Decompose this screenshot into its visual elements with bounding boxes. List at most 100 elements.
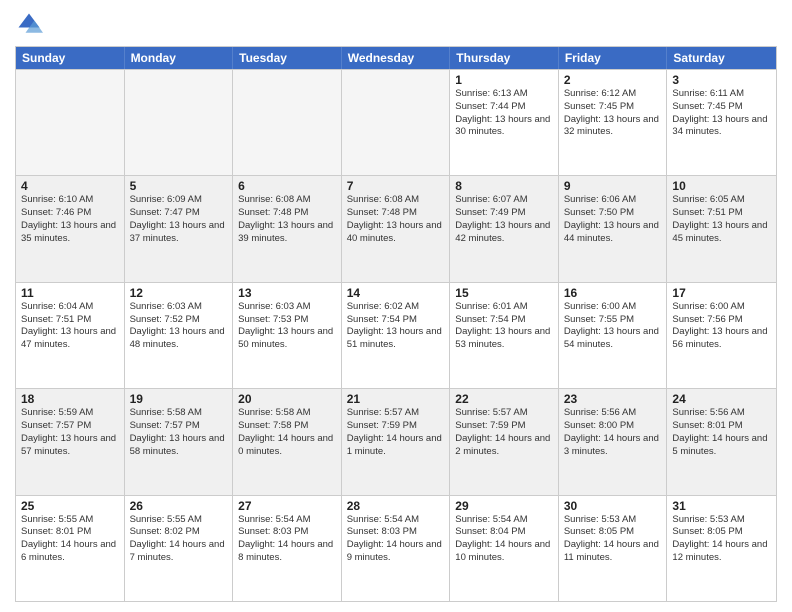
cal-row-3: 11Sunrise: 6:04 AM Sunset: 7:51 PM Dayli… bbox=[16, 282, 776, 388]
day-number: 19 bbox=[130, 392, 228, 406]
day-info: Sunrise: 5:56 AM Sunset: 8:01 PM Dayligh… bbox=[672, 407, 771, 458]
day-info: Sunrise: 5:53 AM Sunset: 8:05 PM Dayligh… bbox=[564, 514, 662, 565]
day-info: Sunrise: 5:58 AM Sunset: 7:57 PM Dayligh… bbox=[130, 407, 228, 458]
day-number: 1 bbox=[455, 73, 553, 87]
day-number: 10 bbox=[672, 179, 771, 193]
day-number: 28 bbox=[347, 499, 445, 513]
cal-cell: 30Sunrise: 5:53 AM Sunset: 8:05 PM Dayli… bbox=[559, 496, 668, 601]
cal-cell: 17Sunrise: 6:00 AM Sunset: 7:56 PM Dayli… bbox=[667, 283, 776, 388]
day-number: 20 bbox=[238, 392, 336, 406]
day-info: Sunrise: 6:13 AM Sunset: 7:44 PM Dayligh… bbox=[455, 88, 553, 139]
logo-icon bbox=[15, 10, 43, 38]
cal-cell: 28Sunrise: 5:54 AM Sunset: 8:03 PM Dayli… bbox=[342, 496, 451, 601]
day-info: Sunrise: 6:07 AM Sunset: 7:49 PM Dayligh… bbox=[455, 194, 553, 245]
day-number: 12 bbox=[130, 286, 228, 300]
day-info: Sunrise: 6:06 AM Sunset: 7:50 PM Dayligh… bbox=[564, 194, 662, 245]
day-info: Sunrise: 6:00 AM Sunset: 7:56 PM Dayligh… bbox=[672, 301, 771, 352]
day-info: Sunrise: 5:54 AM Sunset: 8:04 PM Dayligh… bbox=[455, 514, 553, 565]
cal-cell bbox=[125, 70, 234, 175]
cal-header-sunday: Sunday bbox=[16, 47, 125, 69]
cal-cell: 13Sunrise: 6:03 AM Sunset: 7:53 PM Dayli… bbox=[233, 283, 342, 388]
cal-cell bbox=[342, 70, 451, 175]
cal-header-wednesday: Wednesday bbox=[342, 47, 451, 69]
cal-row-4: 18Sunrise: 5:59 AM Sunset: 7:57 PM Dayli… bbox=[16, 388, 776, 494]
day-info: Sunrise: 5:55 AM Sunset: 8:01 PM Dayligh… bbox=[21, 514, 119, 565]
day-number: 6 bbox=[238, 179, 336, 193]
day-number: 18 bbox=[21, 392, 119, 406]
day-number: 4 bbox=[21, 179, 119, 193]
cal-cell: 5Sunrise: 6:09 AM Sunset: 7:47 PM Daylig… bbox=[125, 176, 234, 281]
day-info: Sunrise: 6:08 AM Sunset: 7:48 PM Dayligh… bbox=[347, 194, 445, 245]
cal-cell: 20Sunrise: 5:58 AM Sunset: 7:58 PM Dayli… bbox=[233, 389, 342, 494]
day-number: 17 bbox=[672, 286, 771, 300]
day-info: Sunrise: 6:08 AM Sunset: 7:48 PM Dayligh… bbox=[238, 194, 336, 245]
day-number: 22 bbox=[455, 392, 553, 406]
cal-cell: 29Sunrise: 5:54 AM Sunset: 8:04 PM Dayli… bbox=[450, 496, 559, 601]
cal-cell: 22Sunrise: 5:57 AM Sunset: 7:59 PM Dayli… bbox=[450, 389, 559, 494]
day-info: Sunrise: 6:12 AM Sunset: 7:45 PM Dayligh… bbox=[564, 88, 662, 139]
cal-cell: 3Sunrise: 6:11 AM Sunset: 7:45 PM Daylig… bbox=[667, 70, 776, 175]
cal-header-monday: Monday bbox=[125, 47, 234, 69]
cal-cell: 6Sunrise: 6:08 AM Sunset: 7:48 PM Daylig… bbox=[233, 176, 342, 281]
day-info: Sunrise: 6:03 AM Sunset: 7:52 PM Dayligh… bbox=[130, 301, 228, 352]
day-number: 14 bbox=[347, 286, 445, 300]
day-number: 8 bbox=[455, 179, 553, 193]
cal-cell: 4Sunrise: 6:10 AM Sunset: 7:46 PM Daylig… bbox=[16, 176, 125, 281]
day-number: 16 bbox=[564, 286, 662, 300]
day-number: 29 bbox=[455, 499, 553, 513]
page: SundayMondayTuesdayWednesdayThursdayFrid… bbox=[0, 0, 792, 612]
day-number: 2 bbox=[564, 73, 662, 87]
day-number: 15 bbox=[455, 286, 553, 300]
day-number: 23 bbox=[564, 392, 662, 406]
day-info: Sunrise: 6:10 AM Sunset: 7:46 PM Dayligh… bbox=[21, 194, 119, 245]
cal-cell: 14Sunrise: 6:02 AM Sunset: 7:54 PM Dayli… bbox=[342, 283, 451, 388]
cal-cell: 11Sunrise: 6:04 AM Sunset: 7:51 PM Dayli… bbox=[16, 283, 125, 388]
day-number: 24 bbox=[672, 392, 771, 406]
day-number: 13 bbox=[238, 286, 336, 300]
day-info: Sunrise: 5:58 AM Sunset: 7:58 PM Dayligh… bbox=[238, 407, 336, 458]
day-number: 7 bbox=[347, 179, 445, 193]
calendar-body: 1Sunrise: 6:13 AM Sunset: 7:44 PM Daylig… bbox=[16, 69, 776, 601]
cal-row-5: 25Sunrise: 5:55 AM Sunset: 8:01 PM Dayli… bbox=[16, 495, 776, 601]
cal-header-thursday: Thursday bbox=[450, 47, 559, 69]
cal-cell: 12Sunrise: 6:03 AM Sunset: 7:52 PM Dayli… bbox=[125, 283, 234, 388]
cal-cell: 1Sunrise: 6:13 AM Sunset: 7:44 PM Daylig… bbox=[450, 70, 559, 175]
header bbox=[15, 10, 777, 38]
cal-header-tuesday: Tuesday bbox=[233, 47, 342, 69]
day-number: 11 bbox=[21, 286, 119, 300]
day-info: Sunrise: 5:53 AM Sunset: 8:05 PM Dayligh… bbox=[672, 514, 771, 565]
day-info: Sunrise: 6:00 AM Sunset: 7:55 PM Dayligh… bbox=[564, 301, 662, 352]
day-number: 5 bbox=[130, 179, 228, 193]
cal-cell: 7Sunrise: 6:08 AM Sunset: 7:48 PM Daylig… bbox=[342, 176, 451, 281]
cal-cell bbox=[16, 70, 125, 175]
day-number: 21 bbox=[347, 392, 445, 406]
cal-row-2: 4Sunrise: 6:10 AM Sunset: 7:46 PM Daylig… bbox=[16, 175, 776, 281]
calendar: SundayMondayTuesdayWednesdayThursdayFrid… bbox=[15, 46, 777, 602]
day-number: 25 bbox=[21, 499, 119, 513]
cal-cell: 16Sunrise: 6:00 AM Sunset: 7:55 PM Dayli… bbox=[559, 283, 668, 388]
cal-cell: 19Sunrise: 5:58 AM Sunset: 7:57 PM Dayli… bbox=[125, 389, 234, 494]
logo bbox=[15, 10, 47, 38]
calendar-header-row: SundayMondayTuesdayWednesdayThursdayFrid… bbox=[16, 47, 776, 69]
day-info: Sunrise: 6:02 AM Sunset: 7:54 PM Dayligh… bbox=[347, 301, 445, 352]
day-info: Sunrise: 5:54 AM Sunset: 8:03 PM Dayligh… bbox=[347, 514, 445, 565]
cal-row-1: 1Sunrise: 6:13 AM Sunset: 7:44 PM Daylig… bbox=[16, 69, 776, 175]
day-info: Sunrise: 6:04 AM Sunset: 7:51 PM Dayligh… bbox=[21, 301, 119, 352]
day-info: Sunrise: 5:56 AM Sunset: 8:00 PM Dayligh… bbox=[564, 407, 662, 458]
cal-cell: 8Sunrise: 6:07 AM Sunset: 7:49 PM Daylig… bbox=[450, 176, 559, 281]
day-info: Sunrise: 6:09 AM Sunset: 7:47 PM Dayligh… bbox=[130, 194, 228, 245]
cal-cell: 18Sunrise: 5:59 AM Sunset: 7:57 PM Dayli… bbox=[16, 389, 125, 494]
cal-cell: 27Sunrise: 5:54 AM Sunset: 8:03 PM Dayli… bbox=[233, 496, 342, 601]
cal-cell: 2Sunrise: 6:12 AM Sunset: 7:45 PM Daylig… bbox=[559, 70, 668, 175]
day-info: Sunrise: 6:11 AM Sunset: 7:45 PM Dayligh… bbox=[672, 88, 771, 139]
day-info: Sunrise: 6:01 AM Sunset: 7:54 PM Dayligh… bbox=[455, 301, 553, 352]
day-info: Sunrise: 5:55 AM Sunset: 8:02 PM Dayligh… bbox=[130, 514, 228, 565]
cal-cell: 10Sunrise: 6:05 AM Sunset: 7:51 PM Dayli… bbox=[667, 176, 776, 281]
cal-cell bbox=[233, 70, 342, 175]
day-number: 9 bbox=[564, 179, 662, 193]
cal-cell: 15Sunrise: 6:01 AM Sunset: 7:54 PM Dayli… bbox=[450, 283, 559, 388]
cal-header-friday: Friday bbox=[559, 47, 668, 69]
day-number: 3 bbox=[672, 73, 771, 87]
day-info: Sunrise: 5:54 AM Sunset: 8:03 PM Dayligh… bbox=[238, 514, 336, 565]
cal-cell: 31Sunrise: 5:53 AM Sunset: 8:05 PM Dayli… bbox=[667, 496, 776, 601]
